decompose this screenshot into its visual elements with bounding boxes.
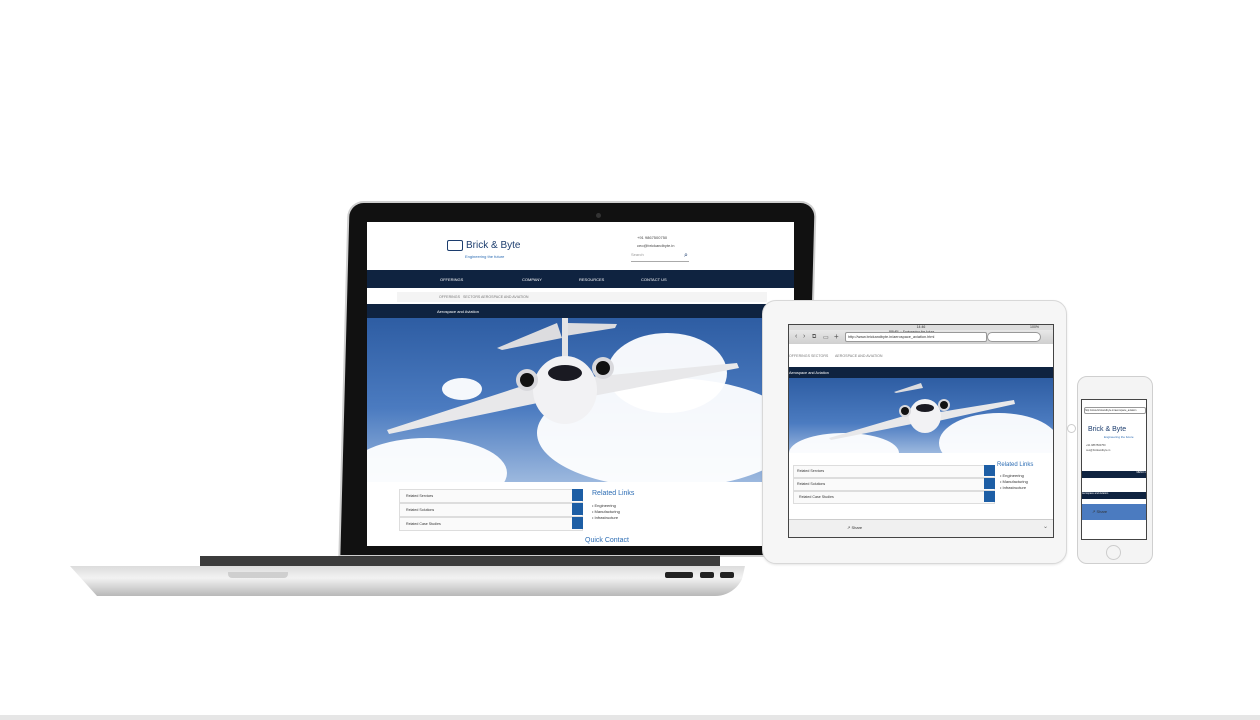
nav-company[interactable]: COMPANY (522, 277, 542, 282)
panel-related-case-studies[interactable]: Related Case Studies (399, 517, 583, 531)
page-title: Aerospace and Aviation (1082, 492, 1146, 499)
nav-resources[interactable]: RESOURCES (579, 277, 604, 282)
page-title: Aerospace and Aviation (789, 371, 829, 375)
logo-icon (447, 240, 463, 251)
tagline: Engineering the future (1104, 435, 1134, 439)
quick-contact-title: Quick Contact (585, 537, 629, 544)
breadcrumb-current: AEROSPACE AND AVIATION (481, 295, 529, 299)
usb-port (700, 572, 714, 578)
bookmarks-icon[interactable]: ▭ (823, 334, 829, 341)
menu-button[interactable]: MENU ≡ (1082, 471, 1146, 478)
home-button-icon[interactable] (1067, 424, 1076, 433)
brand-name: Brick & Byte (466, 240, 521, 252)
panel-label: Related Services (797, 469, 825, 473)
hero-image (789, 378, 1053, 453)
chevron-down-icon[interactable] (984, 491, 995, 502)
panel-related-solutions[interactable]: Related Solutions (793, 478, 995, 491)
hdmi-port (720, 572, 734, 578)
tagline: Engineering the future (465, 254, 505, 259)
main-nav: OFFERINGS COMPANY RESOURCES CONTACT US (367, 270, 794, 288)
breadcrumb: OFFERINGS SECTORS AEROSPACE AND AVIATION (397, 292, 767, 302)
contact-info: +91 9867500750 ceo@brickandbyte.in (637, 234, 674, 250)
share-bar: ↗ Share ⌄ (789, 519, 1053, 537)
hero-image: t f (367, 318, 794, 482)
panel-related-case-studies[interactable]: Related Case Studies (793, 491, 995, 504)
jet-illustration (387, 318, 739, 434)
floor-line (0, 715, 1260, 720)
url-field[interactable]: http://www.brickandbyte.in/aerospace_avi… (845, 332, 987, 342)
panel-label: Related Solutions (797, 482, 826, 486)
home-button-icon[interactable] (1106, 545, 1121, 560)
chevron-down-icon[interactable] (572, 489, 583, 501)
contact-info: +91 9867500750 ceo@brickandbyte.in (1086, 443, 1110, 453)
panel-related-solutions[interactable]: Related Solutions (399, 503, 583, 517)
share-button[interactable]: ↗ Share (847, 525, 862, 530)
related-link[interactable]: • Infrastructure (1000, 485, 1028, 491)
search-icon[interactable]: ⌕ (684, 252, 688, 260)
chevron-down-icon[interactable] (984, 478, 995, 489)
breadcrumb-item[interactable]: OFFERINGS (789, 354, 810, 358)
related-link[interactable]: • Infrastructure (592, 515, 620, 521)
sd-slot (665, 572, 693, 578)
chevron-down-icon[interactable]: ⌄ (1043, 523, 1048, 530)
chevron-down-icon[interactable] (984, 465, 995, 476)
url-field[interactable]: http://www.brickandbyte.in/aerospace_avi… (1084, 407, 1146, 414)
tablet-screen: 14:46 100% BBHPL :: Engineering the futur… (788, 324, 1054, 538)
breadcrumb-item[interactable]: OFFERINGS (439, 295, 460, 299)
hero-image: ↗ Share (1082, 504, 1146, 520)
chevron-down-icon[interactable] (572, 517, 583, 529)
panel-related-services[interactable]: Related Services (399, 489, 583, 503)
laptop-screen: Brick & Byte Engineering the future +91 … (367, 222, 794, 546)
breadcrumb-current: AEROSPACE AND AVIATION (835, 354, 883, 358)
laptop-notch (228, 572, 288, 578)
forward-icon[interactable]: › (803, 333, 805, 340)
related-links-title: Related Links (592, 490, 635, 497)
back-icon[interactable]: ‹ (795, 333, 797, 340)
camera-icon (596, 213, 601, 218)
email-link[interactable]: ceo@brickandbyte.in (1086, 448, 1110, 453)
status-time: 14:46 (916, 325, 926, 329)
battery-level: 100% (1030, 325, 1039, 329)
laptop-keyboard-edge (200, 556, 720, 566)
panel-label: Related Services (406, 494, 434, 498)
panel-label: Related Case Studies (406, 522, 441, 526)
search-field[interactable] (987, 332, 1041, 342)
page-title: Aerospace and Aviation (437, 309, 479, 314)
breadcrumb: OFFERINGS SECTORS AEROSPACE AND AVIATION (789, 351, 1053, 361)
site-header: Brick & Byte Engineering the future +91 … (367, 222, 794, 270)
panel-label: Related Case Studies (799, 495, 834, 499)
site-logo[interactable]: Brick & Byte (1088, 426, 1126, 433)
nav-offerings[interactable]: OFFERINGS (440, 277, 463, 282)
panel-label: Related Solutions (406, 508, 435, 512)
related-links-title: Related Links (997, 462, 1034, 468)
phone-number: +91 9867500750 (637, 235, 668, 240)
nav-contact[interactable]: CONTACT US (641, 277, 667, 282)
phone-screen: http://www.brickandbyte.in/aerospace_avi… (1081, 399, 1147, 540)
breadcrumb-item[interactable]: SECTORS (463, 295, 480, 299)
new-tab-icon[interactable]: + (834, 332, 839, 341)
laptop-base (70, 566, 745, 596)
search-input[interactable]: Search (631, 252, 689, 262)
page-title-bar: Aerospace and Aviation (789, 367, 1053, 378)
email-link[interactable]: ceo@brickandbyte.in (637, 242, 674, 250)
site-logo[interactable]: Brick & Byte (447, 240, 520, 251)
tabs-icon[interactable]: ⧉ (812, 334, 816, 341)
share-button[interactable]: ↗ Share (1092, 509, 1107, 514)
related-links-list: • Engineering • Manufacturing • Infrastr… (592, 503, 620, 521)
browser-toolbar: BBHPL :: Engineering the future ‹ › ⧉ ▭ … (789, 330, 1053, 344)
page-title-bar: Aerospace and Aviation (367, 304, 794, 318)
related-links-list: • Engineering • Manufacturing • Infrastr… (1000, 473, 1028, 491)
panel-related-services[interactable]: Related Services (793, 465, 995, 478)
jet-illustration (829, 383, 1015, 440)
chevron-down-icon[interactable] (572, 503, 583, 515)
breadcrumb-item[interactable]: SECTORS (811, 354, 828, 358)
